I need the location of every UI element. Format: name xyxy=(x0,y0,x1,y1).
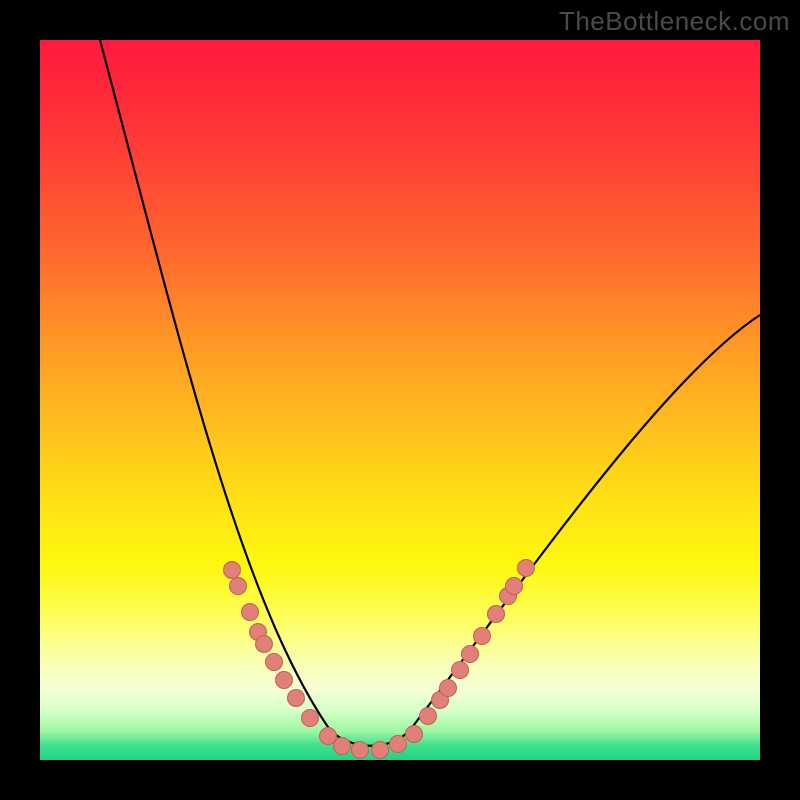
data-marker xyxy=(302,710,319,727)
data-marker xyxy=(420,708,437,725)
data-marker xyxy=(256,636,273,653)
data-marker xyxy=(242,604,259,621)
bottleneck-curve xyxy=(100,40,760,746)
data-marker xyxy=(390,736,407,753)
data-marker xyxy=(224,562,241,579)
data-marker xyxy=(462,646,479,663)
data-marker xyxy=(334,738,351,755)
watermark-text: TheBottleneck.com xyxy=(559,6,790,37)
data-marker xyxy=(474,628,491,645)
data-marker xyxy=(230,578,247,595)
data-marker xyxy=(352,742,369,759)
data-marker xyxy=(276,672,293,689)
data-marker xyxy=(320,728,337,745)
data-marker xyxy=(372,742,389,759)
chart-frame: TheBottleneck.com xyxy=(0,0,800,800)
data-marker xyxy=(452,662,469,679)
data-marker xyxy=(506,578,523,595)
data-marker xyxy=(488,606,505,623)
marker-group xyxy=(224,560,535,759)
curve-svg xyxy=(40,40,760,760)
data-marker xyxy=(266,654,283,671)
data-marker xyxy=(288,690,305,707)
data-marker xyxy=(518,560,535,577)
plot-area xyxy=(40,40,760,760)
data-marker xyxy=(440,680,457,697)
data-marker xyxy=(406,726,423,743)
